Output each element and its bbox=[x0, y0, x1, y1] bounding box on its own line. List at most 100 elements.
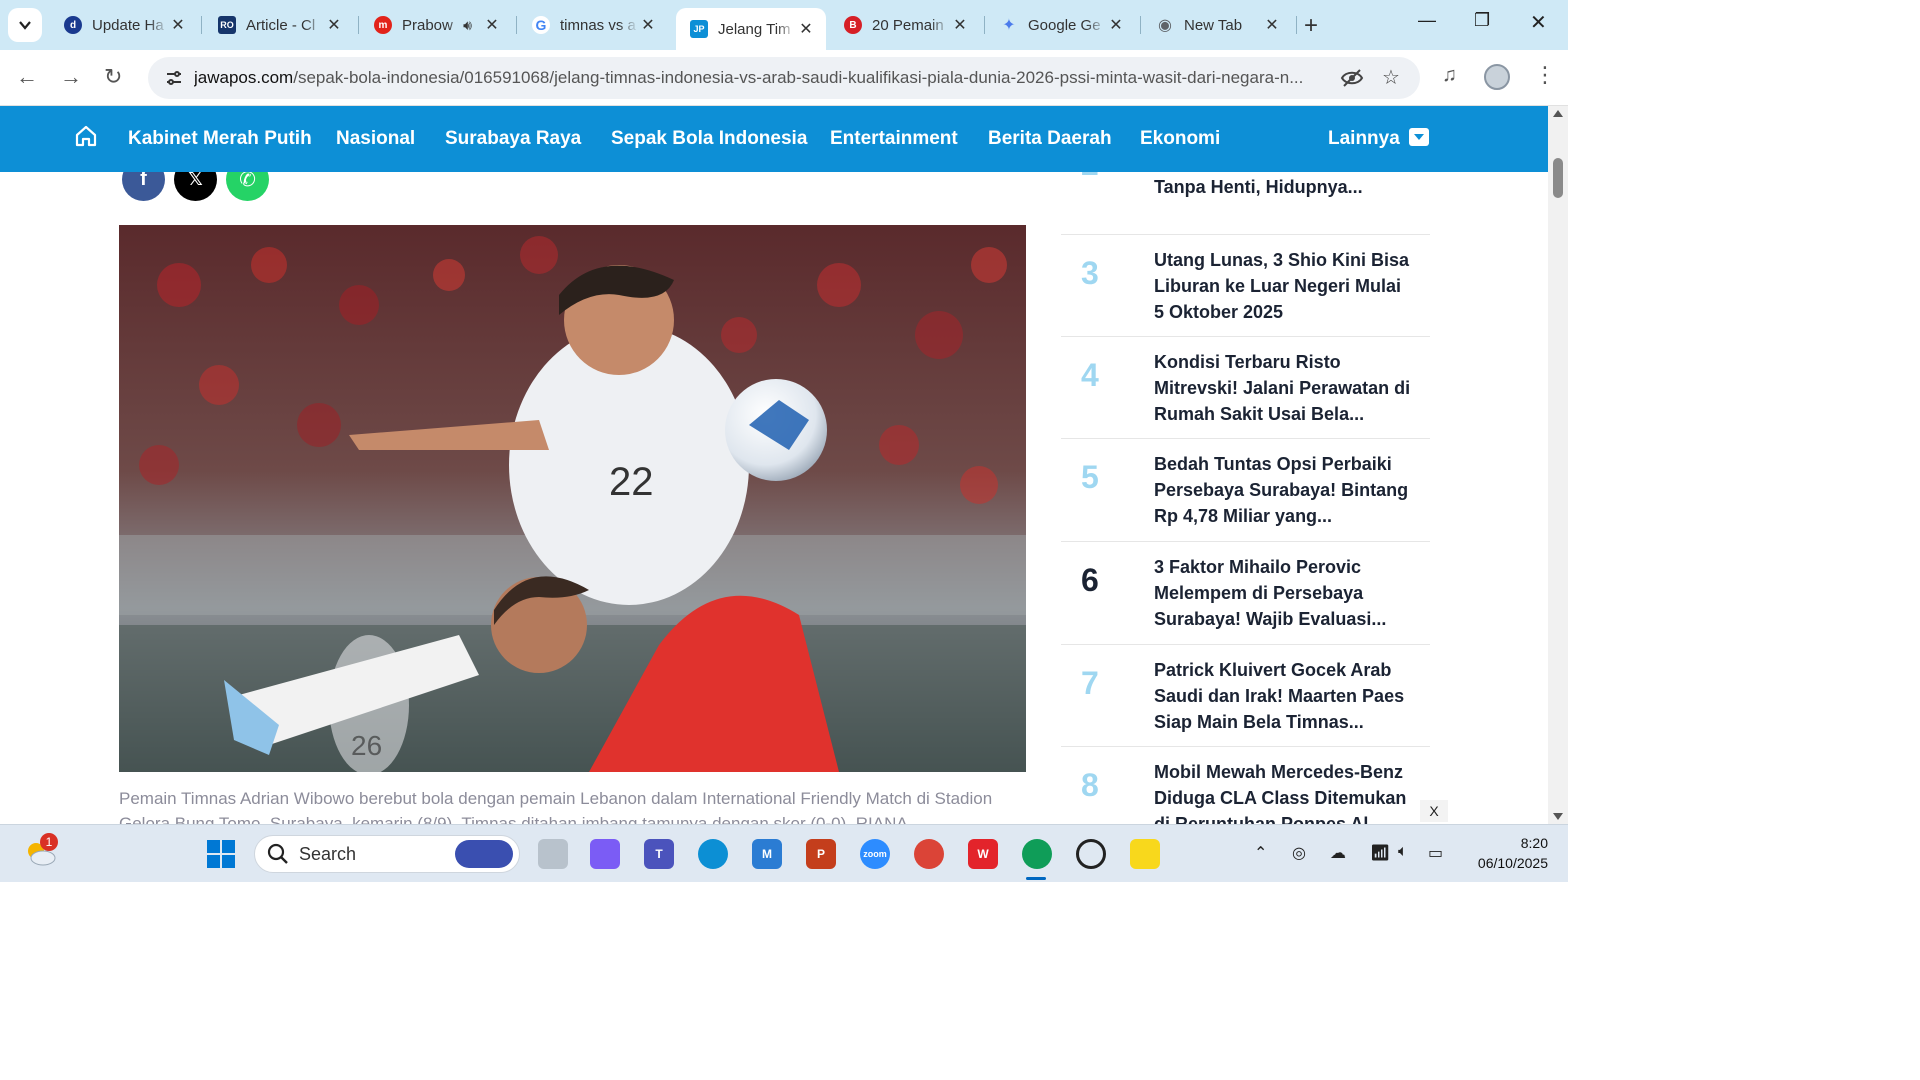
browser-tab[interactable]: d Update Ha ✕ bbox=[50, 8, 198, 42]
page-scrollbar[interactable] bbox=[1548, 106, 1568, 824]
nav-item-entertainment[interactable]: Entertainment bbox=[830, 128, 958, 150]
wps-icon[interactable]: W bbox=[968, 839, 998, 869]
rank-number: 3 bbox=[1081, 255, 1099, 291]
nav-item-ekonomi[interactable]: Ekonomi bbox=[1140, 128, 1220, 150]
tab-favicon-icon: m bbox=[374, 16, 392, 34]
menu-kebab-icon[interactable]: ⋮ bbox=[1534, 62, 1556, 88]
browser-tab[interactable]: RO Article - Cl ✕ bbox=[204, 8, 354, 42]
minimize-icon[interactable]: — bbox=[1418, 10, 1436, 31]
rank-number: 2 bbox=[1081, 172, 1099, 183]
article-title-link[interactable]: Patrick Kluivert Gocek Arab Saudi dan Ir… bbox=[1154, 657, 1416, 735]
tab-separator bbox=[201, 16, 202, 34]
nav-item-lainnya[interactable]: Lainnya bbox=[1328, 128, 1400, 150]
m365-icon[interactable]: M bbox=[752, 839, 782, 869]
browser-tab[interactable]: ◉ New Tab ✕ bbox=[1142, 8, 1292, 42]
powerpoint-icon[interactable]: P bbox=[806, 839, 836, 869]
article-title-link[interactable]: Beruntung: Rezeki Mengalir Tanpa Henti, … bbox=[1154, 172, 1416, 200]
chrome-profile-icon[interactable] bbox=[1022, 839, 1052, 869]
close-tab-icon[interactable]: ✕ bbox=[1106, 15, 1126, 35]
ranked-article-item[interactable]: 4 Kondisi Terbaru Risto Mitrevski! Jalan… bbox=[1061, 337, 1430, 439]
sticky-notes-icon[interactable] bbox=[1130, 839, 1160, 869]
bookmark-star-icon[interactable]: ☆ bbox=[1382, 65, 1400, 90]
media-control-icon[interactable]: ♫ bbox=[1442, 64, 1457, 87]
system-clock[interactable]: 8:20 06/10/2025 bbox=[1466, 833, 1548, 873]
volume-icon[interactable]: 🔈︎ bbox=[1398, 843, 1408, 861]
chrome-icon[interactable] bbox=[914, 839, 944, 869]
tab-strip: d Update Ha ✕ RO Article - Cl ✕ m Prabow… bbox=[0, 0, 1568, 50]
x-share-icon[interactable]: 𝕏 bbox=[174, 172, 217, 201]
nav-item-nasional[interactable]: Nasional bbox=[336, 128, 415, 150]
nav-item-surabaya-raya[interactable]: Surabaya Raya bbox=[445, 128, 581, 150]
google-icon: G bbox=[532, 16, 550, 34]
reload-icon[interactable]: ↻ bbox=[104, 64, 122, 90]
copilot-icon[interactable] bbox=[590, 839, 620, 869]
site-info-icon[interactable] bbox=[162, 66, 186, 90]
onedrive-icon[interactable]: ☁ bbox=[1330, 843, 1346, 863]
profile-avatar[interactable] bbox=[1484, 64, 1510, 90]
browser-tab[interactable]: ✦ Google Ge ✕ bbox=[986, 8, 1136, 42]
taskbar-search[interactable]: Search bbox=[254, 835, 520, 873]
address-bar[interactable]: jawapos.com/sepak-bola-indonesia/0165910… bbox=[148, 57, 1420, 99]
facebook-share-icon[interactable]: f bbox=[122, 172, 165, 201]
tab-favicon-icon: JP bbox=[690, 20, 708, 38]
browser-tab[interactable]: m Prabow 🔊︎ ✕ bbox=[360, 8, 512, 42]
close-tab-icon[interactable]: ✕ bbox=[1262, 15, 1282, 35]
ranked-article-item[interactable]: 2 Beruntung: Rezeki Mengalir Tanpa Henti… bbox=[1061, 172, 1430, 235]
speaker-icon[interactable]: 🔊︎ bbox=[463, 17, 472, 34]
browser-tab[interactable]: B 20 Pemain ✕ bbox=[830, 8, 980, 42]
article-title-link[interactable]: 3 Faktor Mihailo Perovic Melempem di Per… bbox=[1154, 554, 1416, 632]
wifi-icon[interactable]: 📶︎ bbox=[1370, 843, 1390, 863]
ranked-article-item[interactable]: 5 Bedah Tuntas Opsi Perbaiki Persebaya S… bbox=[1061, 439, 1430, 542]
browser-tab-active[interactable]: JP Jelang Tim ✕ bbox=[676, 8, 826, 50]
new-tab-icon[interactable]: + bbox=[1304, 12, 1318, 40]
article-title-link[interactable]: Kondisi Terbaru Risto Mitrevski! Jalani … bbox=[1154, 349, 1416, 427]
ranked-article-item[interactable]: 7 Patrick Kluivert Gocek Arab Saudi dan … bbox=[1061, 645, 1430, 747]
close-tab-icon[interactable]: ✕ bbox=[638, 15, 658, 35]
home-icon[interactable] bbox=[74, 124, 98, 153]
rank-number: 6 bbox=[1081, 562, 1099, 598]
forward-icon[interactable]: → bbox=[60, 64, 82, 90]
windows-start-icon[interactable] bbox=[206, 839, 236, 869]
browser-toolbar: ← → ↻ jawapos.com/sepak-bola-indonesia/0… bbox=[0, 50, 1568, 106]
eye-off-icon[interactable] bbox=[1340, 66, 1364, 95]
back-icon[interactable]: ← bbox=[16, 64, 38, 90]
window-close-icon[interactable]: ✕ bbox=[1530, 10, 1547, 35]
ranked-article-item[interactable]: 6 3 Faktor Mihailo Perovic Melempem di P… bbox=[1061, 542, 1430, 645]
edge-icon[interactable] bbox=[698, 839, 728, 869]
ranked-article-item[interactable]: 8 Mobil Mewah Mercedes-Benz Diduga CLA C… bbox=[1061, 747, 1430, 824]
close-tab-icon[interactable]: ✕ bbox=[950, 15, 970, 35]
close-tab-icon[interactable]: ✕ bbox=[482, 15, 502, 35]
zoom-icon[interactable]: zoom bbox=[860, 839, 890, 869]
restore-icon[interactable]: ❐ bbox=[1474, 10, 1490, 31]
page-content: f 𝕏 ✆ 26 22 Pemain Timnas Adrian Wibowo … bbox=[0, 172, 1548, 824]
teams-icon[interactable]: T bbox=[644, 839, 674, 869]
whatsapp-share-icon[interactable]: ✆ bbox=[226, 172, 269, 201]
scroll-down-icon[interactable] bbox=[1553, 813, 1563, 820]
tray-app-icon[interactable]: ◎ bbox=[1292, 843, 1306, 863]
tab-search-button[interactable] bbox=[8, 8, 42, 42]
article-title-link[interactable]: Bedah Tuntas Opsi Perbaiki Persebaya Sur… bbox=[1154, 451, 1416, 529]
chevron-down-icon bbox=[19, 21, 31, 30]
task-view-icon[interactable] bbox=[538, 839, 568, 869]
tray-chevron-up-icon[interactable]: ⌃ bbox=[1254, 843, 1267, 863]
close-tab-icon[interactable]: ✕ bbox=[796, 19, 816, 39]
url-text[interactable]: jawapos.com/sepak-bola-indonesia/0165910… bbox=[194, 68, 1324, 88]
close-tab-icon[interactable]: ✕ bbox=[324, 15, 344, 35]
close-ad-button[interactable]: X bbox=[1420, 800, 1448, 822]
nav-item-kabinet-merah-putih[interactable]: Kabinet Merah Putih bbox=[128, 128, 312, 150]
nav-item-berita-daerah[interactable]: Berita Daerah bbox=[988, 128, 1112, 150]
tab-separator bbox=[358, 16, 359, 34]
search-icon bbox=[267, 843, 289, 865]
ranked-article-item[interactable]: 3 Utang Lunas, 3 Shio Kini Bisa Liburan … bbox=[1061, 235, 1430, 337]
article-title-link[interactable]: Utang Lunas, 3 Shio Kini Bisa Liburan ke… bbox=[1154, 247, 1416, 325]
scroll-up-icon[interactable] bbox=[1553, 110, 1563, 117]
app-circle-icon[interactable] bbox=[1076, 839, 1106, 869]
nav-item-sepak-bola-indonesia[interactable]: Sepak Bola Indonesia bbox=[611, 128, 807, 150]
browser-tab[interactable]: G timnas vs a ✕ bbox=[518, 8, 668, 42]
battery-icon[interactable]: ▭ bbox=[1428, 843, 1443, 863]
svg-text:22: 22 bbox=[609, 460, 654, 504]
article-title-link[interactable]: Mobil Mewah Mercedes-Benz Diduga CLA Cla… bbox=[1154, 759, 1416, 824]
scrollbar-thumb[interactable] bbox=[1553, 158, 1563, 198]
close-tab-icon[interactable]: ✕ bbox=[168, 15, 188, 35]
dropdown-caret-icon[interactable] bbox=[1409, 128, 1429, 146]
